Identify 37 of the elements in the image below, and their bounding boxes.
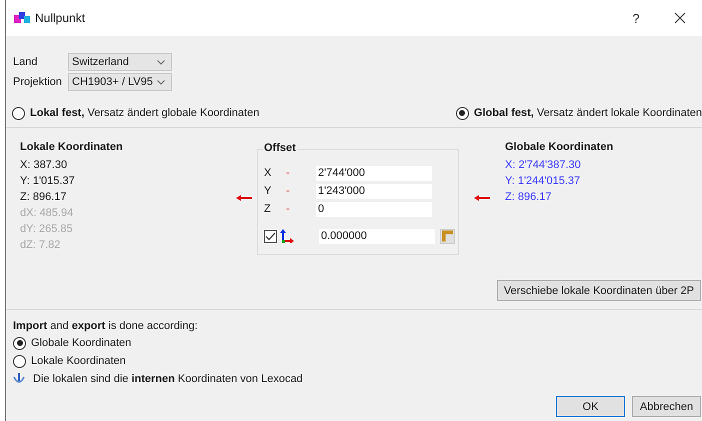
- coordinate-value: X: 2'744'387.30: [505, 158, 582, 173]
- window-title: Nullpunkt: [35, 11, 86, 25]
- ok-button[interactable]: OK: [556, 396, 625, 417]
- axis-label: X: [264, 167, 272, 179]
- coordinate-value: X: 387.30: [20, 158, 68, 173]
- coordinate-value: Y: 1'015.37: [20, 174, 76, 189]
- option-label: Global fest, Versatz ändert lokale Koordinaten: [474, 107, 702, 119]
- land-dropdown[interactable]: Switzerland: [68, 53, 172, 71]
- help-button[interactable]: ?: [614, 3, 658, 33]
- axis-label: Y: [264, 185, 272, 197]
- axis-label: Z: [264, 203, 272, 215]
- offset-field[interactable]: 1'243'000: [316, 184, 432, 198]
- delta-value: dX: 485.94: [20, 206, 74, 221]
- shift-button[interactable]: Verschiebe lokale Koordinaten über 2P: [496, 280, 701, 301]
- group-title: Offset: [263, 142, 297, 154]
- minus-sign: -: [286, 167, 291, 179]
- land-label: Land: [13, 56, 38, 68]
- coordinate-value: Z: 896.17: [20, 190, 68, 205]
- projection-dropdown[interactable]: CH1903+ / LV95: [68, 73, 172, 91]
- cancel-button[interactable]: Abbrechen: [632, 396, 701, 417]
- offset-field[interactable]: 2'744'000: [316, 166, 432, 180]
- projection-label: Projektion: [13, 76, 63, 88]
- option-label: Lokal fest, Versatz ändert globale Koordinaten: [30, 107, 260, 119]
- rotation-field[interactable]: 0.000000: [319, 228, 435, 244]
- offset-field[interactable]: 0: [316, 202, 432, 216]
- option-label: Globale Koordinaten: [31, 337, 132, 349]
- info-text: Die lokalen sind die internen Koordinaten von Lexocad: [33, 373, 303, 385]
- info-text: Import and export is done according:: [13, 319, 199, 334]
- minus-sign: -: [286, 203, 291, 215]
- minus-sign: -: [286, 185, 291, 197]
- section-title: Globale Koordinaten: [505, 141, 614, 153]
- coordinate-value: Y: 1'244'015.37: [505, 174, 582, 189]
- delta-value: dY: 265.85: [20, 222, 74, 237]
- section-title: Lokale Koordinaten: [20, 141, 124, 153]
- option-label: Lokale Koordinaten: [31, 355, 126, 367]
- coordinate-value: Z: 896.17: [505, 190, 552, 205]
- delta-value: dZ: 7.82: [20, 238, 62, 253]
